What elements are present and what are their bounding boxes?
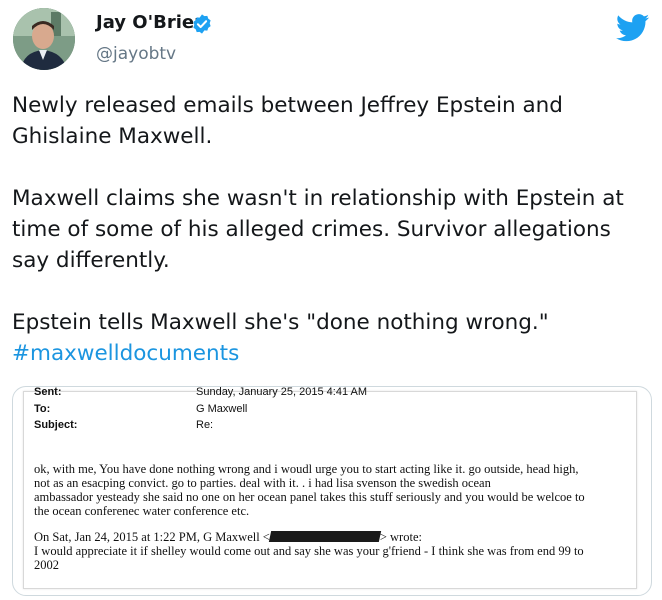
tweet-line: say differently.: [12, 248, 170, 273]
avatar-photo: [13, 8, 75, 70]
redaction-bar: [268, 531, 382, 542]
user-handle[interactable]: @jayobtv: [96, 44, 176, 64]
quote-intro: On Sat, Jan 24, 2015 at 1:22 PM, G Maxwe…: [34, 530, 629, 544]
quote-line: I would appreciate it if shelley would c…: [34, 544, 584, 558]
tweet-card: Jay O'Brien @jayobtv Newly released emai…: [0, 0, 662, 600]
email-body: ok, with me, You have done nothing wrong…: [34, 462, 629, 518]
tweet-line: Maxwell claims she wasn't in relationshi…: [12, 186, 624, 211]
to-value: G Maxwell: [196, 403, 248, 415]
subject-label: Subject:: [34, 419, 78, 431]
tweet-line: Ghislaine Maxwell.: [12, 124, 213, 149]
quote-intro-end: > wrote:: [379, 530, 422, 544]
subject-value: Re:: [196, 419, 214, 431]
body-line: the ocean conferenec water conference et…: [34, 504, 250, 518]
tweet-text: Newly released emails between Jeffrey Ep…: [12, 90, 652, 369]
to-label: To:: [34, 403, 51, 415]
sent-label: Sent:: [34, 386, 62, 398]
hashtag-link[interactable]: #maxwelldocuments: [12, 341, 239, 366]
quote-intro-start: On Sat, Jan 24, 2015 at 1:22 PM, G Maxwe…: [34, 530, 270, 544]
attached-image[interactable]: Sent: Sunday, January 25, 2015 4:41 AM T…: [12, 386, 652, 596]
avatar[interactable]: [13, 8, 75, 70]
tweet-line: time of some of his alleged crimes. Surv…: [12, 217, 611, 242]
tweet-line: Epstein tells Maxwell she's "done nothin…: [12, 310, 549, 335]
verified-badge-icon: [193, 14, 211, 34]
cut-header-row: Sent: Sunday, January 25, 2015 4:41 AM: [24, 386, 636, 399]
body-line: ambassador yesteady she said no one on h…: [34, 490, 585, 504]
body-line: not as an esacping convict. go to partie…: [34, 476, 491, 490]
body-line: ok, with me, You have done nothing wrong…: [34, 462, 579, 476]
quote-line: 2002: [34, 558, 59, 572]
quoted-email: On Sat, Jan 24, 2015 at 1:22 PM, G Maxwe…: [34, 530, 629, 572]
sent-value: Sunday, January 25, 2015 4:41 AM: [196, 386, 368, 398]
tweet-line: Newly released emails between Jeffrey Ep…: [12, 93, 563, 118]
email-document: Sent: Sunday, January 25, 2015 4:41 AM T…: [23, 387, 637, 589]
twitter-bird-icon[interactable]: [616, 14, 650, 42]
